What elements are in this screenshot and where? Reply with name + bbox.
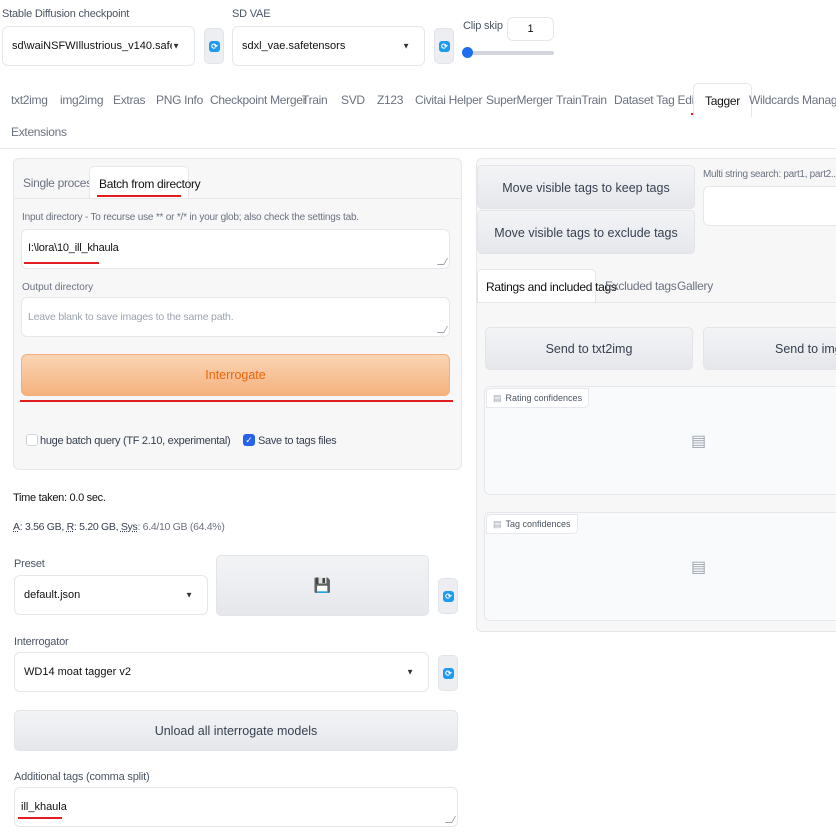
tab-gallery[interactable]: Gallery — [677, 279, 713, 293]
tabs-divider — [0, 148, 836, 149]
vae-dropdown[interactable]: sdxl_vae.safetensors ▼ — [232, 26, 425, 66]
tab-wildcards-manager[interactable]: Wildcards Manager — [749, 93, 836, 107]
refresh-interrogator-button[interactable]: ⟳ — [438, 655, 458, 691]
move-to-keep-button[interactable]: Move visible tags to keep tags — [477, 165, 695, 209]
refresh-icon: ⟳ — [209, 41, 220, 52]
tab-svd[interactable]: SVD — [341, 93, 365, 107]
checkpoint-label: Stable Diffusion checkpoint — [2, 8, 130, 20]
chart-icon: ▤ — [691, 559, 707, 576]
annotation-underline — [18, 817, 62, 819]
tab-z123[interactable]: Z123 — [377, 93, 403, 107]
checkpoint-value: sd\waiNSFWIllustrious_v140.safetensors [… — [12, 40, 172, 52]
tab-civitai-helper[interactable]: Civitai Helper — [415, 93, 482, 107]
checkpoint-dropdown[interactable]: sd\waiNSFWIllustrious_v140.safetensors [… — [2, 26, 195, 66]
memory-usage-text: A: 3.56 GB, R: 5.20 GB, Sys: 6.4/10 GB (… — [13, 521, 225, 533]
huge-batch-label: huge batch query (TF 2.10, experimental) — [40, 435, 231, 447]
input-dir-label: Input directory - To recurse use ** or *… — [22, 212, 359, 223]
tab-extensions[interactable]: Extensions — [11, 125, 67, 139]
mem-r-label: R — [66, 521, 75, 533]
huge-batch-checkbox[interactable] — [26, 434, 38, 446]
chart-icon: ▤ — [493, 393, 502, 403]
subtab-divider — [14, 198, 461, 199]
clip-skip-slider-track[interactable] — [466, 51, 554, 55]
resize-handle-icon — [436, 326, 449, 333]
vae-value: sdxl_vae.safetensors — [242, 40, 346, 52]
save-tags-checkbox[interactable]: ✓ — [243, 434, 255, 446]
multi-search-input[interactable] — [703, 186, 836, 226]
input-dir-value: I:\lora\10_ill_khaula — [28, 242, 119, 254]
chart-icon: ▤ — [493, 519, 502, 529]
tab-ratings-label: Ratings and included tags — [486, 280, 617, 294]
unload-models-button[interactable]: Unload all interrogate models — [14, 710, 458, 751]
resize-handle-icon — [436, 258, 449, 265]
time-taken-text: Time taken: 0.0 sec. — [13, 492, 106, 504]
chevron-down-icon: ▼ — [172, 41, 180, 51]
tag-confidences-box: ▤ Tag confidences ▤ — [484, 512, 836, 621]
output-dir-placeholder: Leave blank to save images to the same p… — [28, 311, 234, 323]
tab-extras[interactable]: Extras — [113, 93, 146, 107]
mem-a-label: A — [13, 521, 20, 533]
chevron-down-icon: ▼ — [406, 667, 414, 677]
output-dir-textarea[interactable]: Leave blank to save images to the same p… — [21, 297, 450, 337]
chevron-down-icon: ▼ — [185, 590, 193, 600]
result-tabs-divider — [477, 302, 836, 303]
additional-tags-value: ill_khaula — [21, 801, 67, 813]
preset-value: default.json — [24, 589, 81, 601]
annotation-underline — [97, 195, 181, 197]
additional-tags-textarea[interactable]: ill_khaula — [14, 787, 458, 827]
clip-skip-slider-handle[interactable] — [462, 47, 473, 58]
rating-confidences-box: ▤ Rating confidences ▤ — [484, 386, 836, 495]
refresh-preset-button[interactable]: ⟳ — [438, 578, 458, 614]
preset-dropdown[interactable]: default.json ▼ — [14, 575, 208, 615]
refresh-icon: ⟳ — [439, 41, 450, 52]
clip-skip-label: Clip skip — [463, 20, 503, 32]
vae-label: SD VAE — [232, 8, 271, 20]
tab-excluded-tags[interactable]: Excluded tags — [605, 279, 677, 293]
mem-sys-label: Sys — [120, 521, 138, 533]
send-to-img2img-button[interactable]: Send to img2img — [703, 327, 836, 370]
refresh-icon: ⟳ — [443, 591, 454, 602]
refresh-icon: ⟳ — [443, 668, 454, 679]
tab-png-info[interactable]: PNG Info — [156, 93, 203, 107]
interrogator-label: Interrogator — [14, 636, 69, 648]
clip-skip-input[interactable]: 1 — [507, 17, 554, 41]
tab-supermerger[interactable]: SuperMerger — [486, 93, 553, 107]
mem-r-value: : 5.20 GB, — [73, 521, 121, 533]
tab-traintrain[interactable]: TrainTrain — [556, 93, 607, 107]
interrogator-value: WD14 moat tagger v2 — [24, 666, 131, 678]
annotation-underline — [20, 400, 453, 402]
floppy-disk-icon: 💾 — [313, 577, 332, 593]
additional-tags-label: Additional tags (comma split) — [14, 771, 150, 783]
multi-search-label: Multi string search: part1, part2.. (Ent… — [703, 169, 836, 180]
tab-txt2img[interactable]: txt2img — [11, 93, 48, 107]
output-dir-label: Output directory — [22, 282, 94, 293]
tab-checkpoint-merger[interactable]: Checkpoint Merger — [210, 93, 307, 107]
interrogator-dropdown[interactable]: WD14 moat tagger v2 ▼ — [14, 652, 429, 692]
mem-sys-value: : 6.4/10 GB (64.4%) — [137, 521, 225, 533]
move-to-exclude-button[interactable]: Move visible tags to exclude tags — [477, 210, 695, 254]
refresh-vae-button[interactable]: ⟳ — [434, 28, 454, 64]
chevron-down-icon: ▼ — [402, 41, 410, 51]
mem-a-value: : 3.56 GB, — [19, 521, 67, 533]
subtab-single-process[interactable]: Single process — [23, 176, 98, 190]
tab-train[interactable]: Train — [302, 93, 328, 107]
rating-confidences-label: ▤ Rating confidences — [486, 388, 590, 408]
tab-ratings-included[interactable]: Ratings and included tags — [477, 269, 617, 303]
tag-confidences-label: ▤ Tag confidences — [486, 514, 578, 534]
annotation-underline — [24, 262, 99, 264]
save-preset-button[interactable]: 💾 — [216, 555, 429, 616]
chart-icon: ▤ — [691, 433, 707, 450]
check-icon: ✓ — [245, 435, 253, 445]
save-tags-label: Save to tags files — [258, 435, 337, 447]
tab-tagger[interactable]: Tagger — [693, 83, 752, 117]
resize-handle-icon — [444, 816, 457, 823]
subtab-batch-label: Batch from directory — [99, 177, 201, 191]
interrogate-button[interactable]: Interrogate — [21, 354, 450, 396]
tab-img2img[interactable]: img2img — [60, 93, 104, 107]
refresh-checkpoint-button[interactable]: ⟳ — [204, 28, 224, 64]
send-to-txt2img-button[interactable]: Send to txt2img — [485, 327, 693, 370]
preset-label: Preset — [14, 558, 45, 570]
